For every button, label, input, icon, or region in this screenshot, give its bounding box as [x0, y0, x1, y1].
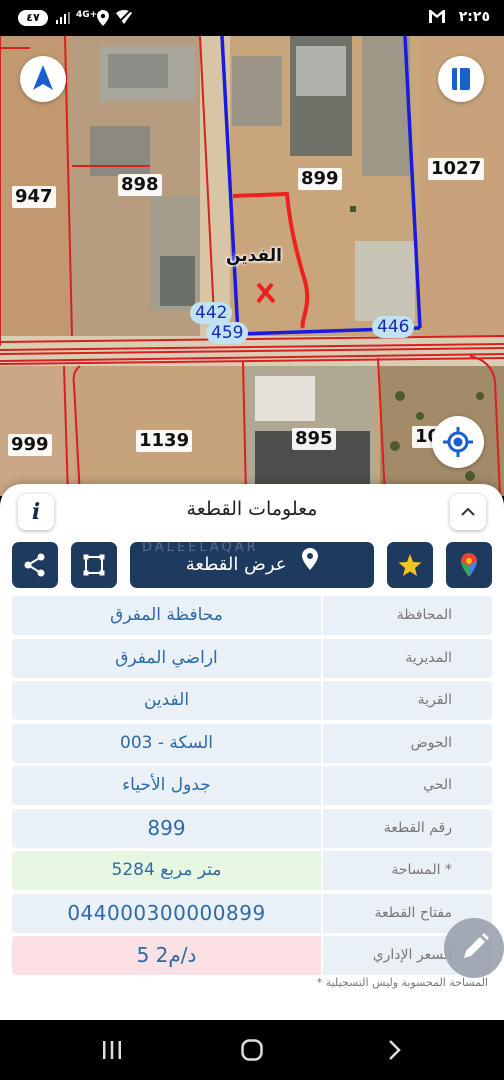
village-label: الفدين [226, 246, 282, 266]
chevron-up-icon [461, 507, 475, 516]
parcel-key-value: 044000300000899 [12, 893, 321, 933]
location-pin-icon [302, 542, 319, 588]
district-value: جدول الأحياء [12, 766, 321, 805]
star-icon [398, 554, 422, 576]
info-row-area: 5284 متر مربع المساحة * [12, 851, 492, 890]
google-maps-button[interactable] [446, 542, 492, 588]
parcel-label-898[interactable]: 898 [118, 174, 162, 196]
polygon-shape-icon [83, 554, 105, 576]
gmail-icon [428, 8, 446, 24]
governorate-label: المحافظة [323, 596, 492, 635]
parcel-label-1139[interactable]: 1139 [136, 430, 193, 452]
recent-apps-icon[interactable] [100, 1038, 124, 1062]
my-location-button[interactable] [432, 416, 484, 468]
parcel-label-895[interactable]: 895 [292, 428, 336, 450]
info-row-parcel-key: 044000300000899 مفتاح القطعة [12, 893, 492, 933]
pencil-icon [464, 933, 489, 958]
admin-price-value: 5 د/م2 [12, 936, 321, 975]
area-footnote: * المساحة المحسوبة وليس التسجيلية [316, 976, 488, 989]
info-row-parcel-number: 899 رقم القطعة [12, 808, 492, 848]
parcel-label-1027[interactable]: 1027 [428, 158, 485, 180]
layers-button[interactable] [438, 56, 484, 102]
network-type: 4G+ [76, 10, 98, 20]
edge-length-442: 442 [190, 302, 233, 324]
wifi-off-icon [116, 9, 132, 24]
district-label: الحي [323, 766, 492, 805]
area-label: المساحة * [323, 851, 492, 890]
directorate-value: اراضي المفرق [12, 638, 321, 678]
share-button[interactable] [12, 542, 58, 588]
edge-length-459: 459 [206, 322, 249, 344]
info-row-basin: السكة - 003 الحوض [12, 723, 492, 763]
system-nav-bar [0, 1020, 504, 1080]
location-icon [97, 10, 109, 26]
crosshair-icon [443, 427, 473, 457]
governorate-value: محافظة المفرق [12, 596, 321, 635]
sheet-bottom-edge [0, 1000, 504, 1020]
share-icon [24, 553, 45, 577]
parcel-label-947[interactable]: 947 [12, 186, 56, 208]
signal-icon [56, 12, 70, 27]
info-row-district: جدول الأحياء الحي [12, 766, 492, 805]
village-value: الفدين [12, 681, 321, 720]
parcel-info-table: محافظة المفرق المحافظة اراضي المفرق المد… [12, 596, 492, 979]
clock: ٢:٢٥ [458, 9, 490, 25]
info-row-directorate: اراضي المفرق المديرية [12, 638, 492, 678]
edit-fab[interactable] [444, 918, 504, 978]
parcel-info-sheet: i معلومات القطعة عرض القطعة DALEELAQAR م… [0, 484, 504, 1020]
status-bar: ٤٧ 4G+ ٢:٢٥ [0, 0, 504, 36]
back-icon[interactable] [382, 1038, 406, 1062]
compass-button[interactable] [20, 56, 66, 102]
sheet-title: معلومات القطعة [186, 498, 318, 520]
basin-label: الحوض [323, 723, 492, 763]
directorate-label: المديرية [323, 638, 492, 678]
edge-length-446: 446 [372, 316, 415, 338]
map-book-icon [452, 68, 470, 90]
parcel-label-899[interactable]: 899 [298, 168, 342, 190]
info-row-governorate: محافظة المفرق المحافظة [12, 596, 492, 635]
info-button[interactable]: i [18, 494, 54, 530]
basin-value: السكة - 003 [12, 723, 321, 763]
village-label-field: القرية [323, 681, 492, 720]
parcel-number-label: رقم القطعة [323, 808, 492, 848]
favorite-button[interactable] [387, 542, 433, 588]
north-arrow-icon [33, 65, 53, 90]
map-view[interactable]: 947 898 899 1027 999 1139 895 10 الفدين … [0, 36, 504, 496]
info-row-village: الفدين القرية [12, 681, 492, 720]
watermark: DALEELAQAR [142, 540, 259, 555]
parcel-label-999[interactable]: 999 [8, 434, 52, 456]
google-maps-icon [461, 553, 477, 577]
boundary-button[interactable] [71, 542, 117, 588]
home-icon[interactable] [240, 1038, 264, 1062]
parcel-number-value: 899 [12, 808, 321, 848]
area-value: 5284 متر مربع [12, 851, 321, 890]
battery-indicator: ٤٧ [18, 10, 48, 26]
collapse-button[interactable] [450, 494, 486, 530]
info-row-admin-price: 5 د/م2 السعر الإداري [12, 936, 492, 975]
